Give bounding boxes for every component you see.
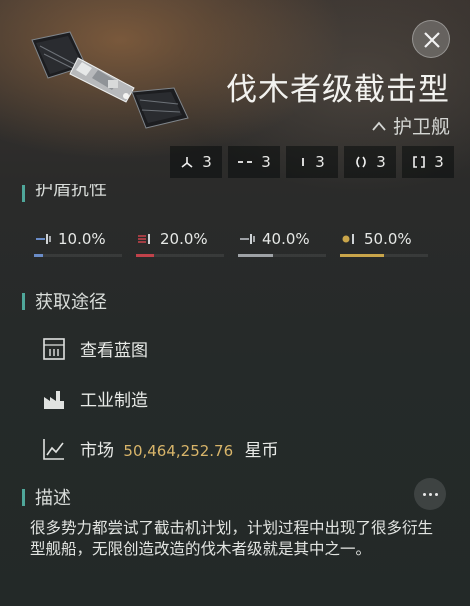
- dash-icon: [238, 161, 253, 163]
- resist-fill: [238, 254, 274, 257]
- slot-low: 3: [286, 146, 338, 178]
- resist-value: 10.0%: [58, 230, 106, 248]
- explosive-resist-icon: [342, 234, 354, 244]
- description-section-header: 描述: [22, 484, 71, 510]
- slot-count: 3: [434, 153, 444, 171]
- more-dot: [428, 492, 432, 496]
- resist-value: 20.0%: [160, 230, 208, 248]
- bracket-icon: [413, 156, 426, 168]
- three-prong-icon: [181, 157, 193, 168]
- factory-icon: [44, 390, 64, 409]
- close-icon: [424, 32, 440, 48]
- view-blueprint-row[interactable]: 查看蓝图: [42, 336, 148, 361]
- kinetic-resist-icon: [240, 234, 255, 244]
- resist-row: 10.0% 20.0% 40.0% 50.0%: [34, 230, 428, 257]
- ship-render: [31, 31, 189, 129]
- market-label: 市场: [80, 441, 114, 461]
- slot-count: 3: [315, 153, 325, 171]
- slot-bar: 3 3 3 3 3: [170, 146, 454, 178]
- resist-em: 10.0%: [34, 230, 122, 257]
- slot-mid: 3: [228, 146, 280, 178]
- description-text: 很多势力都尝试了截击机计划，计划过程中出现了很多衍生型舰船，无限创造改造的伐木者…: [30, 519, 434, 558]
- section-marker: [22, 292, 25, 310]
- industry-label: 工业制造: [80, 391, 148, 411]
- class-chevron-icon: [372, 121, 386, 131]
- slot-count: 3: [202, 153, 212, 171]
- resist-fill: [340, 254, 384, 257]
- market-unit: 星币: [244, 441, 279, 461]
- ship-header: 伐木者级截击型 护卫舰 3 3 3 3 3: [0, 0, 470, 186]
- acquire-section-header: 获取途径: [22, 288, 107, 314]
- em-resist-icon: [36, 234, 51, 244]
- thermal-resist-icon: [138, 234, 150, 244]
- resist-kinetic: 40.0%: [238, 230, 326, 257]
- blueprint-icon: [43, 337, 65, 360]
- more-options-button[interactable]: [414, 478, 446, 510]
- section-marker: [22, 488, 25, 506]
- ship-class: 护卫舰: [371, 112, 450, 139]
- ship-class-label: 护卫舰: [392, 116, 450, 138]
- slot-count: 3: [261, 153, 271, 171]
- acquire-section-title: 获取途径: [35, 292, 107, 313]
- slot-subsystem: 3: [402, 146, 454, 178]
- resist-value: 40.0%: [262, 230, 310, 248]
- tick-icon: [302, 158, 305, 166]
- slot-rig: 3: [344, 146, 396, 178]
- more-dot: [434, 492, 438, 496]
- market-price: 50,464,252.76: [123, 442, 234, 460]
- description-section-title: 描述: [35, 488, 71, 509]
- view-blueprint-label: 查看蓝图: [80, 341, 148, 361]
- market-chart-icon: [43, 438, 64, 460]
- ship-info-panel: 伐木者级截击型 护卫舰 3 3 3 3 3 护盾抗性 10.0% 20.0% 4…: [0, 0, 470, 606]
- slot-high: 3: [170, 146, 222, 178]
- shield-section-header: 护盾抗性: [22, 184, 107, 202]
- slot-count: 3: [376, 153, 386, 171]
- resist-value: 50.0%: [364, 230, 412, 248]
- section-marker: [22, 184, 25, 202]
- more-dot: [422, 492, 426, 496]
- resist-fill: [136, 254, 154, 257]
- parenthesis-icon: [356, 156, 367, 168]
- resist-fill: [34, 254, 43, 257]
- close-button[interactable]: [412, 20, 450, 58]
- ship-name: 伐木者级截击型: [226, 72, 450, 108]
- shield-section-title: 护盾抗性: [35, 184, 107, 200]
- resist-explosive: 50.0%: [340, 230, 428, 257]
- market-row[interactable]: 市场 50,464,252.76 星币: [42, 436, 279, 461]
- resist-thermal: 20.0%: [136, 230, 224, 257]
- industry-row[interactable]: 工业制造: [42, 386, 148, 411]
